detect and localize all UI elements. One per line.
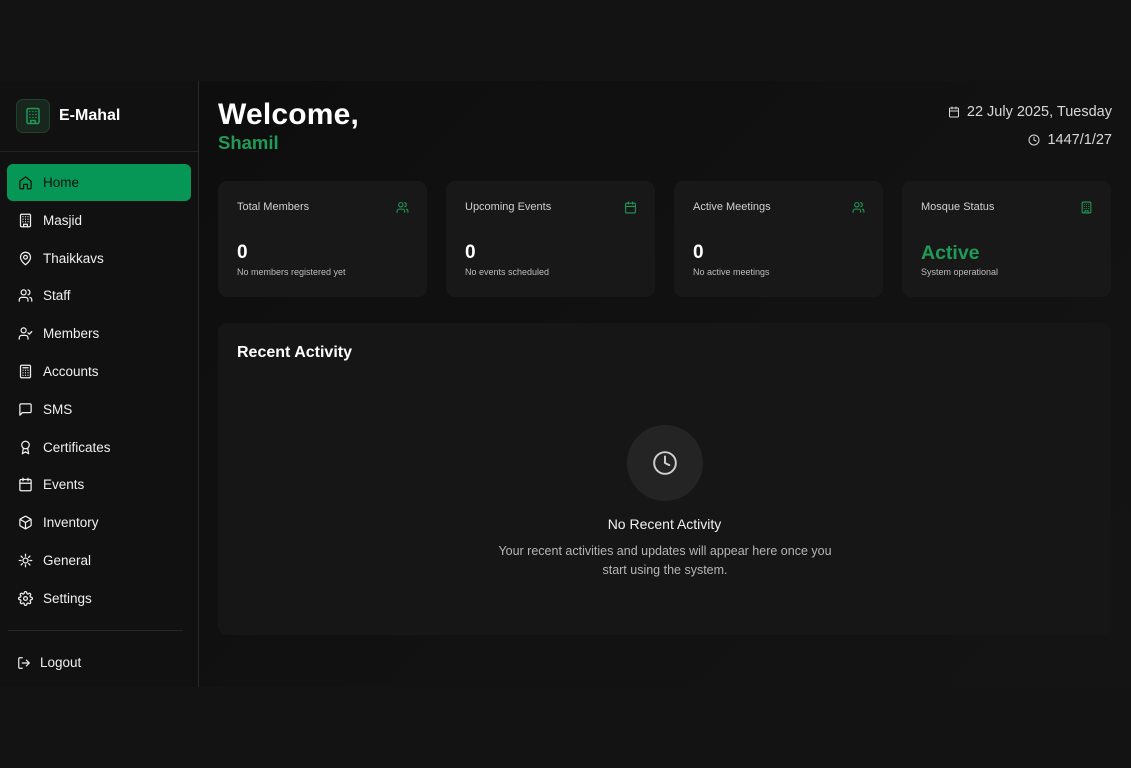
logout-button[interactable]: Logout (7, 644, 184, 681)
sidebar-item-label: General (43, 552, 92, 568)
stat-title: Mosque Status (921, 201, 995, 213)
brand[interactable]: E-Mahal (0, 81, 198, 152)
sidebar-item-members[interactable]: Members (7, 315, 191, 352)
sidebar-item-events[interactable]: Events (7, 466, 191, 503)
date-text: 22 July 2025, Tuesday (966, 104, 1112, 120)
users-icon (852, 201, 865, 214)
sidebar-item-settings[interactable]: Settings (7, 580, 191, 617)
sidebar-item-home[interactable]: Home (7, 164, 191, 201)
settings-icon (17, 590, 33, 606)
stat-title: Upcoming Events (465, 201, 552, 213)
sidebar-item-staff[interactable]: Staff (7, 277, 191, 314)
sidebar-item-label: Staff (43, 288, 71, 304)
users-icon (17, 288, 33, 304)
building-icon (16, 99, 50, 133)
sidebar-item-label: Home (43, 175, 80, 190)
stat-subtitle: No active meetings (693, 267, 770, 277)
sidebar-item-label: Inventory (43, 515, 99, 531)
calendar-icon (17, 477, 33, 493)
package-icon (17, 515, 33, 531)
logout-label: Logout (40, 655, 82, 670)
users-icon (396, 201, 409, 214)
sidebar-item-label: Masjid (43, 212, 83, 228)
stat-title: Active Meetings (693, 201, 771, 213)
status-badge: Active (921, 242, 980, 264)
building-icon (17, 212, 33, 228)
building-icon (1080, 201, 1093, 214)
sidebar-item-sms[interactable]: SMS (7, 391, 191, 428)
stat-subtitle: No events scheduled (465, 267, 550, 277)
brand-name: E-Mahal (59, 107, 121, 124)
sidebar-item-masjid[interactable]: Masjid (7, 202, 191, 239)
sidebar-item-accounts[interactable]: Accounts (7, 353, 191, 390)
sidebar-item-label: Thaikkavs (43, 250, 104, 266)
sidebar-item-inventory[interactable]: Inventory (7, 504, 191, 541)
hijri-date-text: 1447/1/27 (1047, 132, 1112, 148)
page-title: Welcome, (218, 98, 360, 131)
stat-value: 0 (237, 242, 248, 263)
logout-icon (17, 656, 31, 670)
stat-subtitle: No members registered yet (237, 267, 346, 277)
section-title: Recent Activity (237, 344, 352, 361)
stat-card-mosque-status[interactable]: Mosque Status Active System operational (902, 181, 1111, 297)
user-name: Shamil (218, 132, 279, 153)
empty-state-description: Your recent activities and updates will … (498, 544, 832, 577)
message-icon (17, 401, 33, 417)
stat-subtitle: System operational (921, 267, 999, 277)
sidebar: E-Mahal Home Masjid Thaikkavs Staff Memb… (0, 81, 199, 687)
sidebar-divider (8, 630, 183, 631)
recent-activity-panel: Recent Activity No Recent Activity Your … (218, 323, 1111, 635)
award-icon (17, 439, 33, 455)
sidebar-item-general[interactable]: General (7, 542, 191, 579)
stat-title: Total Members (237, 201, 310, 213)
sidebar-item-thaikkavs[interactable]: Thaikkavs (7, 240, 191, 277)
stat-value: 0 (465, 242, 476, 263)
cog-icon (17, 552, 33, 568)
stats-row: Total Members 0 No members registered ye… (218, 181, 1111, 297)
clock-icon (1028, 134, 1040, 146)
sidebar-item-label: Settings (43, 590, 92, 606)
calendar-icon (624, 201, 637, 214)
empty-state-title: No Recent Activity (607, 516, 722, 532)
calculator-icon (17, 363, 33, 379)
sidebar-item-label: SMS (43, 401, 73, 417)
main-content: Welcome, Shamil 22 July 2025, Tuesday 14… (199, 81, 1131, 687)
stat-card-total-members[interactable]: Total Members 0 No members registered ye… (218, 181, 427, 297)
hijri-date: 1447/1/27 (1028, 132, 1112, 148)
home-icon (17, 175, 33, 191)
calendar-icon (948, 106, 960, 118)
sidebar-item-label: Accounts (43, 363, 99, 379)
sidebar-nav: Home Masjid Thaikkavs Staff Members Acco… (0, 152, 198, 617)
user-check-icon (17, 326, 33, 342)
clock-icon (627, 425, 703, 501)
sidebar-item-label: Members (43, 326, 100, 342)
stat-value: 0 (693, 242, 704, 263)
gregorian-date: 22 July 2025, Tuesday (948, 104, 1112, 120)
map-pin-icon (17, 250, 33, 266)
sidebar-item-certificates[interactable]: Certificates (7, 429, 191, 466)
sidebar-item-label: Certificates (43, 439, 111, 455)
sidebar-item-label: Events (43, 477, 85, 493)
stat-card-active-meetings[interactable]: Active Meetings 0 No active meetings (674, 181, 883, 297)
app-shell: E-Mahal Home Masjid Thaikkavs Staff Memb… (0, 81, 1131, 687)
stat-card-upcoming-events[interactable]: Upcoming Events 0 No events scheduled (446, 181, 655, 297)
